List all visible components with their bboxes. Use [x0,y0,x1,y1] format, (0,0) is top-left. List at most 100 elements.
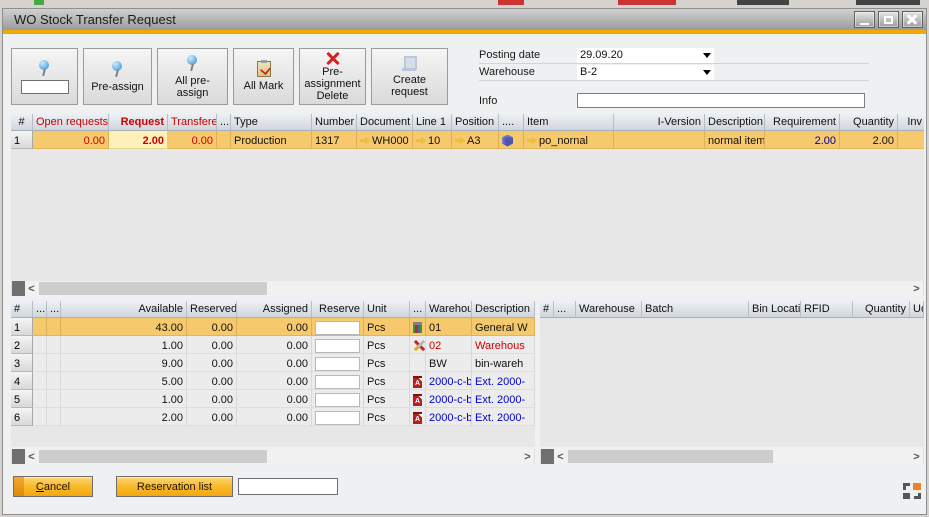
row-number[interactable]: 6 [11,408,33,426]
table-cell[interactable] [33,372,47,390]
table-cell[interactable]: 0.00 [237,336,312,354]
reserve-input[interactable] [315,393,360,407]
scrollbar-thumb[interactable] [39,282,267,295]
table-cell[interactable]: 1317 [312,131,357,149]
all-mark-button[interactable]: All Mark [233,48,294,105]
table-cell[interactable] [898,131,924,149]
table-cell[interactable]: Pcs [364,336,410,354]
reserve-input-cell[interactable] [312,354,364,372]
table-cell[interactable]: 0.00 [237,408,312,426]
h-scrollbar-main[interactable]: <> [11,281,924,296]
table-cell[interactable] [614,131,705,149]
table-cell[interactable]: BW [426,354,472,372]
table-cell[interactable]: Ext. 2000- [472,408,535,426]
scroll-right-icon[interactable]: > [910,281,923,296]
scrollbar-track[interactable]: <> [25,449,534,464]
column-header[interactable]: ... [410,301,426,318]
column-header[interactable]: Open requests [33,114,109,131]
column-header[interactable]: ... [217,114,231,131]
pin-count-button[interactable] [11,48,78,105]
column-header[interactable]: .... [499,114,524,131]
table-cell[interactable]: Production [231,131,312,149]
column-header[interactable]: Reserved [187,301,237,318]
all-pre-assign-button[interactable]: All pre-assign [157,48,228,105]
reserve-input-cell[interactable] [312,372,364,390]
table-cell[interactable]: 0.00 [187,390,237,408]
minimize-button[interactable] [854,11,875,28]
column-header[interactable]: Item [524,114,614,131]
column-header[interactable]: Batch [642,301,749,318]
row-number[interactable]: 3 [11,354,33,372]
table-cell[interactable] [410,336,426,354]
scrollbar-track[interactable]: <> [25,281,923,296]
column-header[interactable]: ... [33,301,47,318]
resize-corners-icon[interactable] [903,483,921,499]
scroll-left-icon[interactable]: < [554,449,567,464]
table-cell[interactable] [410,408,426,426]
column-header[interactable]: Line 1 [413,114,452,131]
info-input[interactable] [577,93,865,108]
table-cell[interactable] [410,354,426,372]
table-cell[interactable]: 9.00 [61,354,187,372]
reserve-input-cell[interactable] [312,390,364,408]
table-row[interactable]: 143.000.000.00Pcs01General W [11,318,535,336]
column-header[interactable]: Warehouse [576,301,642,318]
table-cell[interactable]: 0.00 [237,372,312,390]
table-cell[interactable]: 0.00 [187,408,237,426]
scroll-right-icon[interactable]: > [910,449,923,464]
column-header[interactable]: Transfered ... [168,114,217,131]
scrollbar-grip[interactable] [12,449,25,464]
column-header[interactable]: Available [61,301,187,318]
column-header[interactable]: Quantity [853,301,910,318]
table-row[interactable]: 39.000.000.00PcsBWbin-wareh [11,354,535,372]
scroll-left-icon[interactable]: < [25,281,38,296]
column-header[interactable]: # [11,301,33,318]
table-cell[interactable]: 0.00 [187,372,237,390]
table-cell[interactable]: Pcs [364,390,410,408]
column-header[interactable]: Description [705,114,765,131]
table-cell[interactable]: 2000-c-b [426,408,472,426]
table-cell[interactable] [410,318,426,336]
column-header[interactable]: Description [472,301,535,318]
column-header[interactable]: Requirement [765,114,840,131]
column-header[interactable]: Bin Location [749,301,801,318]
table-cell[interactable] [33,336,47,354]
pre-assignment-delete-button[interactable]: Pre-assignment Delete [299,48,366,105]
table-row[interactable]: 21.000.000.00Pcs02Warehous [11,336,535,354]
column-header[interactable]: I-Version [614,114,705,131]
column-header[interactable]: # [540,301,554,318]
table-cell[interactable] [33,318,47,336]
footer-input[interactable] [238,478,338,495]
posting-date-select[interactable]: 29.09.20 [577,48,714,63]
availability-table[interactable]: #......AvailableReservedAssignedReserveU… [11,301,535,447]
table-cell[interactable]: Pcs [364,408,410,426]
table-cell[interactable]: 02 [426,336,472,354]
row-number[interactable]: 1 [11,131,33,149]
table-cell[interactable]: Pcs [364,372,410,390]
pre-assign-button[interactable]: Pre-assign [83,48,152,105]
reserve-input-cell[interactable] [312,408,364,426]
maximize-button[interactable] [878,11,899,28]
table-row[interactable]: 45.000.000.00Pcs2000-c-bExt. 2000- [11,372,535,390]
reserve-input-cell[interactable] [312,318,364,336]
column-header[interactable]: Number [312,114,357,131]
table-cell[interactable]: 43.00 [61,318,187,336]
column-header[interactable]: Quantity [840,114,898,131]
table-cell[interactable]: A3 [452,131,499,149]
row-number[interactable]: 2 [11,336,33,354]
row-number[interactable]: 1 [11,318,33,336]
request-table[interactable]: #Open requestsRequestTransfered ......Ty… [11,114,924,281]
table-cell[interactable]: Ext. 2000- [472,372,535,390]
scrollbar-grip[interactable] [12,281,25,296]
table-cell[interactable] [47,318,61,336]
link-arrow-icon[interactable] [360,136,370,145]
row-number[interactable]: 5 [11,390,33,408]
scrollbar-grip[interactable] [541,449,554,464]
scrollbar-thumb[interactable] [568,450,773,463]
column-header[interactable]: Inv [898,114,924,131]
table-cell[interactable]: 0.00 [168,131,217,149]
column-header[interactable]: ... [554,301,576,318]
link-arrow-icon[interactable] [527,136,537,145]
table-cell[interactable]: bin-wareh [472,354,535,372]
table-cell[interactable] [47,336,61,354]
